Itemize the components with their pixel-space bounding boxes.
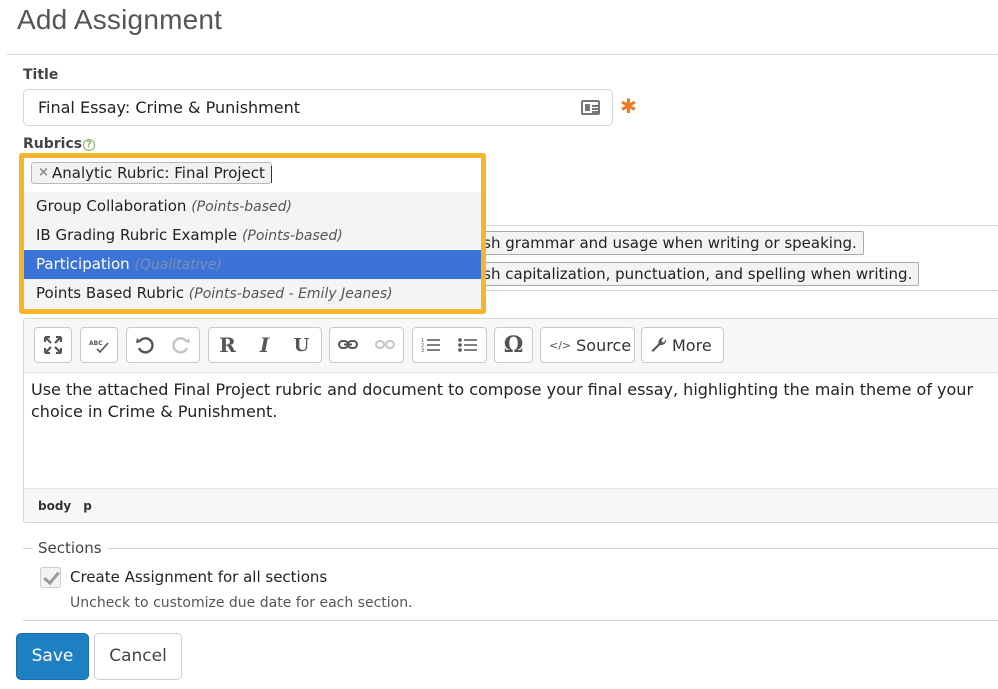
editor-toolbar: ABC R I U 1 2 3 Ω </> Source More [24,319,998,373]
unlink-icon [374,340,395,349]
undo-button[interactable] [127,328,163,362]
rubric-option-type: (Qualitative) [134,257,222,273]
rubric-option-type: (Points-based) [191,199,292,215]
svg-text:ABC: ABC [89,340,103,347]
rich-text-editor: ABC R I U 1 2 3 Ω </> Source More Use th… [23,318,998,523]
rubric-option-name: IB Grading Rubric Example [36,226,238,244]
rubric-option-type: (Points-based) [241,228,343,244]
format-group: R I U [208,327,322,363]
redo-button[interactable] [163,328,199,362]
spellcheck-button[interactable]: ABC [81,328,117,362]
italic-button[interactable]: I [246,328,283,362]
list-group: 123 [412,327,487,363]
footer-divider [23,620,998,621]
history-group [126,327,200,363]
rubric-option[interactable]: IB Grading Rubric Example (Points-based) [24,221,481,250]
omega-icon[interactable]: Ω [495,328,532,362]
rubric-option-type: (Points-based - Emily Jeanes) [188,286,393,302]
fullscreen-icon [44,336,62,354]
text-caret [271,166,272,183]
id-card-icon [581,100,600,115]
special-char-group: Ω [494,327,533,363]
link-button[interactable] [330,328,367,362]
rubric-chip-bar[interactable]: × Analytic Rubric: Final Project [24,158,481,192]
rubric-option[interactable]: Points Based Rubric (Points-based - Emil… [24,279,481,308]
selected-rubric-chip: × Analytic Rubric: Final Project [31,162,272,184]
link-group [329,327,404,363]
wrench-icon [651,337,667,352]
standard-chip[interactable]: ish grammar and usage when writing or sp… [475,231,864,255]
numbered-list-button[interactable]: 123 [413,328,450,362]
rubric-options-list: Group Collaboration (Points-based) IB Gr… [24,192,481,308]
save-button[interactable]: Save [16,633,89,680]
sections-divider [23,548,998,549]
rubric-option[interactable]: Group Collaboration (Points-based) [24,192,481,221]
cancel-button[interactable]: Cancel [94,633,182,680]
spellcheck-group: ABC [80,327,118,363]
bold-button[interactable]: R [209,328,246,362]
all-sections-checkbox[interactable] [40,567,61,588]
rubric-option-name: Group Collaboration [36,197,187,215]
required-marker: ✱ [620,94,637,118]
path-body[interactable]: body [38,499,71,513]
path-p[interactable]: p [83,499,92,513]
source-icon: </> [549,338,572,352]
link-icon [338,340,359,349]
undo-icon [136,337,154,354]
more-label: More [672,335,712,355]
standard-chip[interactable]: ish capitalization, punctuation, and spe… [475,262,920,286]
svg-text:3: 3 [421,348,424,354]
rubrics-label: Rubrics [23,136,83,152]
source-button[interactable]: </> Source [540,327,635,363]
help-circle-icon[interactable]: ? [83,139,95,151]
sections-legend: Sections [32,539,108,557]
unlink-button[interactable] [367,328,404,362]
bullet-list-button[interactable] [450,328,487,362]
close-icon[interactable]: × [38,163,49,183]
editor-content[interactable]: Use the attached Final Project rubric an… [31,379,991,423]
bullet-list-icon [457,338,477,352]
numbered-list-icon: 123 [421,338,441,354]
all-sections-help: Uncheck to customize due date for each s… [70,595,413,611]
title-input[interactable]: Final Essay: Crime & Punishment [23,89,613,126]
editor-element-path: body p [24,488,998,522]
all-sections-label[interactable]: Create Assignment for all sections [70,568,327,586]
page-title: Add Assignment [17,4,223,35]
rubric-option-name: Points Based Rubric [36,284,185,302]
rubric-option-highlighted[interactable]: Participation (Qualitative) [24,250,481,279]
more-button[interactable]: More [641,327,724,363]
title-divider [7,54,998,55]
fullscreen-button[interactable] [35,328,71,362]
rubric-select[interactable]: × Analytic Rubric: Final Project Group C… [19,153,486,314]
underline-button[interactable]: U [283,328,320,362]
fullscreen-group [34,327,72,363]
rubric-option-name: Participation [36,255,130,273]
source-label: Source [576,335,632,355]
spellcheck-icon: ABC [89,340,109,353]
selected-rubric-label: Analytic Rubric: Final Project [52,164,265,182]
redo-icon [172,337,190,354]
title-label: Title [23,67,59,83]
